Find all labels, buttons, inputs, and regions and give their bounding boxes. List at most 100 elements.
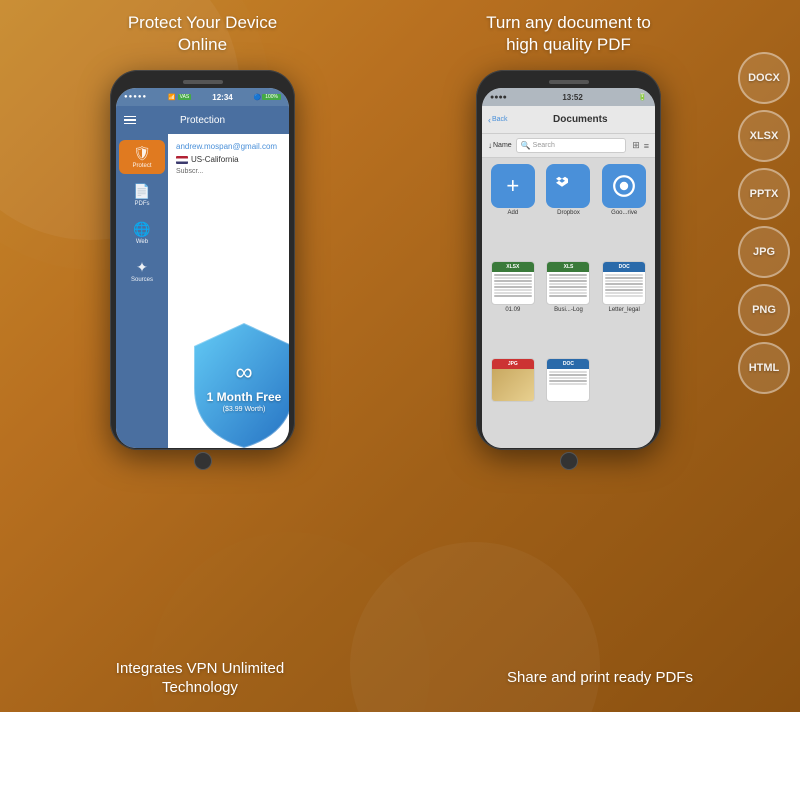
- format-badges-list: DOCX XLSX PPTX JPG PNG HTML: [738, 12, 790, 434]
- shield-worth-text: ($3.99 Worth): [199, 406, 289, 415]
- sidebar-item-protect[interactable]: 🛡 Protect: [119, 140, 165, 174]
- right-panel: Turn any document to high quality PDF ●●…: [405, 12, 790, 644]
- right-bottom-label: Share and print ready PDFs: [400, 644, 800, 712]
- web-sidebar-icon: 🌐: [133, 221, 150, 238]
- doc-nav-bar: ‹ Back Documents: [482, 106, 655, 134]
- left-phone: ●●●●● 📶VAS 12:34 🔵100%: [110, 70, 295, 450]
- jpg-thumb: JPG: [491, 358, 535, 402]
- right-home-button[interactable]: [560, 452, 578, 470]
- sidebar-sources-label: Sources: [131, 277, 153, 283]
- doc-item-dropbox[interactable]: Dropbox: [544, 164, 594, 255]
- right-status-battery: 🔋: [638, 93, 647, 101]
- sort-label: Name: [493, 142, 512, 149]
- left-nav-title: Protection: [180, 115, 225, 126]
- right-status-bar: ●●●● 13:52 🔋: [482, 88, 655, 106]
- back-label: Back: [492, 116, 508, 123]
- sidebar-item-pdfs[interactable]: 📄 PDFs: [119, 178, 165, 212]
- right-phone: ●●●● 13:52 🔋 ‹ Back Documents: [476, 70, 661, 450]
- left-status-dots: ●●●●●: [124, 94, 147, 100]
- format-badge-png: PNG: [738, 284, 790, 336]
- search-box[interactable]: 🔍 Search: [516, 138, 627, 153]
- hamburger-menu-icon[interactable]: [124, 116, 136, 125]
- sources-sidebar-icon: ✦: [136, 259, 148, 276]
- doc-label: Letter_legal: [608, 307, 639, 313]
- right-bottom-text: Share and print ready PDFs: [507, 668, 693, 688]
- doc-toolbar: ↓ Name 🔍 Search ⊞ ≡: [482, 134, 655, 158]
- xlsx-thumb: XLSX: [491, 261, 535, 305]
- left-phone-wrap: ●●●●● 📶VAS 12:34 🔵100%: [110, 70, 295, 450]
- shield-month-text: 1 Month Free: [199, 390, 289, 406]
- format-badge-jpg: JPG: [738, 226, 790, 278]
- left-status-bar: ●●●●● 📶VAS 12:34 🔵100%: [116, 88, 289, 106]
- search-placeholder: Search: [533, 142, 555, 149]
- right-phone-screen: ●●●● 13:52 🔋 ‹ Back Documents: [482, 88, 655, 448]
- right-phone-speaker: [549, 80, 589, 84]
- sidebar-item-web[interactable]: 🌐 Web: [119, 216, 165, 250]
- home-button[interactable]: [194, 452, 212, 470]
- shield-infinity-icon: ∞: [199, 357, 289, 388]
- doc-item-jpg[interactable]: JPG: [488, 358, 538, 443]
- sidebar-protect-label: Protect: [132, 163, 151, 169]
- doc-item-drive[interactable]: Goo...rive: [599, 164, 649, 255]
- shield-text: ∞ 1 Month Free ($3.99 Worth): [199, 357, 289, 415]
- xlsx-badge: XLSX: [492, 262, 534, 272]
- left-status-icons: 📶VAS: [168, 94, 191, 101]
- shield-shape: ∞ 1 Month Free ($3.99 Worth): [184, 318, 289, 448]
- sort-button[interactable]: ↓ Name: [488, 141, 512, 150]
- jpg-badge: JPG: [492, 359, 534, 369]
- left-status-time: 12:34: [212, 93, 232, 102]
- dropbox-label: Dropbox: [557, 210, 580, 216]
- doc-item-add[interactable]: + Add: [488, 164, 538, 255]
- pdf-sidebar-icon: 📄: [133, 183, 150, 200]
- dropbox-icon: [546, 164, 590, 208]
- doc-item-doc[interactable]: DOC Letter_legal: [599, 261, 649, 352]
- right-panel-content: Turn any document to high quality PDF ●●…: [405, 12, 732, 450]
- doc-badge: DOC: [603, 262, 645, 272]
- vpn-location-text: US-California: [191, 155, 239, 164]
- vpn-sidebar: 🛡 Protect 📄 PDFs 🌐 Web: [116, 134, 168, 448]
- phone-speaker: [183, 80, 223, 84]
- format-badge-docx: DOCX: [738, 52, 790, 104]
- us-flag-icon: [176, 156, 188, 164]
- doc-thumb: DOC: [602, 261, 646, 305]
- right-status-dots: ●●●●: [490, 94, 507, 101]
- sidebar-pdfs-label: PDFs: [135, 201, 150, 207]
- left-nav-bar: Protection: [116, 106, 289, 134]
- doc-grid: + Add Drop: [482, 158, 655, 448]
- format-badge-pptx: PPTX: [738, 168, 790, 220]
- back-button[interactable]: ‹ Back: [488, 115, 508, 125]
- doc2-thumb: DOC: [546, 358, 590, 402]
- background: Protect Your Device Online ●●●●● 📶VAS 12…: [0, 0, 800, 712]
- doc-item-xls[interactable]: XLS Busi...-Log: [544, 261, 594, 352]
- doc-item-doc2[interactable]: DOC: [544, 358, 594, 443]
- vpn-sidebar-layout: 🛡 Protect 📄 PDFs 🌐 Web: [116, 134, 289, 448]
- doc-screen: ●●●● 13:52 🔋 ‹ Back Documents: [482, 88, 655, 448]
- search-icon: 🔍: [521, 141, 531, 150]
- sort-icon: ↓: [488, 141, 492, 150]
- xlsx-label: 01.09: [505, 307, 520, 313]
- xls-badge: XLS: [547, 262, 589, 272]
- list-view-icon[interactable]: ≡: [644, 141, 649, 151]
- drive-label: Goo...rive: [611, 210, 637, 216]
- bottom-labels: Integrates VPN Unlimited Technology Shar…: [0, 644, 800, 712]
- left-status-battery: 🔵100%: [254, 94, 281, 101]
- sidebar-item-sources[interactable]: ✦ Sources: [119, 254, 165, 288]
- shield-overlay: ∞ 1 Month Free ($3.99 Worth): [179, 313, 289, 448]
- format-badge-xlsx: XLSX: [738, 110, 790, 162]
- format-badge-html: HTML: [738, 342, 790, 394]
- grid-view-icon[interactable]: ⊞: [632, 140, 640, 151]
- add-label: Add: [507, 210, 518, 216]
- vpn-sub-label: Subscr...: [176, 168, 281, 175]
- vpn-email: andrew.mospan@gmail.com: [176, 142, 281, 151]
- doc-item-xlsx[interactable]: XLSX 01.09: [488, 261, 538, 352]
- sidebar-web-label: Web: [136, 239, 148, 245]
- xls-thumb: XLS: [546, 261, 590, 305]
- drive-icon: [602, 164, 646, 208]
- doc2-badge: DOC: [547, 359, 589, 369]
- right-status-time: 13:52: [562, 93, 582, 102]
- left-phone-screen: ●●●●● 📶VAS 12:34 🔵100%: [116, 88, 289, 448]
- right-panel-title: Turn any document to high quality PDF: [486, 12, 651, 56]
- panels-container: Protect Your Device Online ●●●●● 📶VAS 12…: [0, 0, 800, 644]
- shield-sidebar-icon: 🛡: [133, 145, 151, 162]
- add-icon: +: [491, 164, 535, 208]
